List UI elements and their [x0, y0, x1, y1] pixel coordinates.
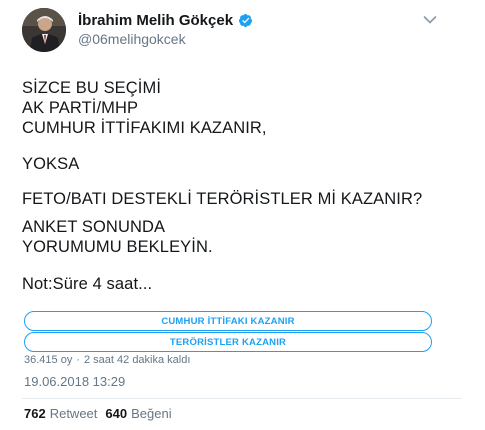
profile-photo — [22, 8, 66, 52]
poll-option-cumhur[interactable]: CUMHUR İTTİFAKI KAZANIR — [24, 311, 432, 331]
verified-badge-icon — [238, 13, 253, 28]
avatar[interactable] — [22, 8, 66, 52]
tweet-stats: 762 Retweet 640 Beğeni — [24, 406, 180, 421]
like-label[interactable]: Beğeni — [131, 406, 171, 421]
retweet-label[interactable]: Retweet — [50, 406, 98, 421]
chevron-down-icon[interactable] — [423, 15, 437, 25]
tweet-paragraph: YOKSA — [22, 155, 80, 173]
poll-time-left: 2 saat 42 dakika kaldı — [84, 354, 191, 366]
tweet-paragraph: FETO/BATI DESTEKLİ TERÖRİSTLER Mİ KAZANI… — [22, 190, 423, 208]
poll-option-teroristler[interactable]: TERÖRİSTLER KAZANIR — [24, 332, 432, 352]
poll-votes: 36.415 oy — [24, 354, 73, 366]
author-name[interactable]: İbrahim Melih Gökçek — [78, 12, 233, 29]
like-count[interactable]: 640 — [105, 406, 127, 421]
tweet-paragraph: ANKET SONUNDA YORUMUMU BEKLEYİN. — [22, 218, 213, 256]
poll-meta: 36.415 oy · 2 saat 42 dakika kaldı — [24, 354, 190, 366]
author-name-row[interactable]: İbrahim Melih Gökçek — [78, 12, 253, 29]
tweet-paragraph: SİZCE BU SEÇİMİ AK PARTİ/MHP CUMHUR İTTİ… — [22, 79, 267, 137]
retweet-count[interactable]: 762 — [24, 406, 46, 421]
author-handle[interactable]: @06melihgokcek — [78, 31, 186, 47]
tweet-timestamp[interactable]: 19.06.2018 13:29 — [24, 374, 125, 389]
poll-separator: · — [76, 354, 80, 366]
divider — [22, 398, 462, 399]
tweet-paragraph: Not:Süre 4 saat... — [22, 275, 153, 293]
